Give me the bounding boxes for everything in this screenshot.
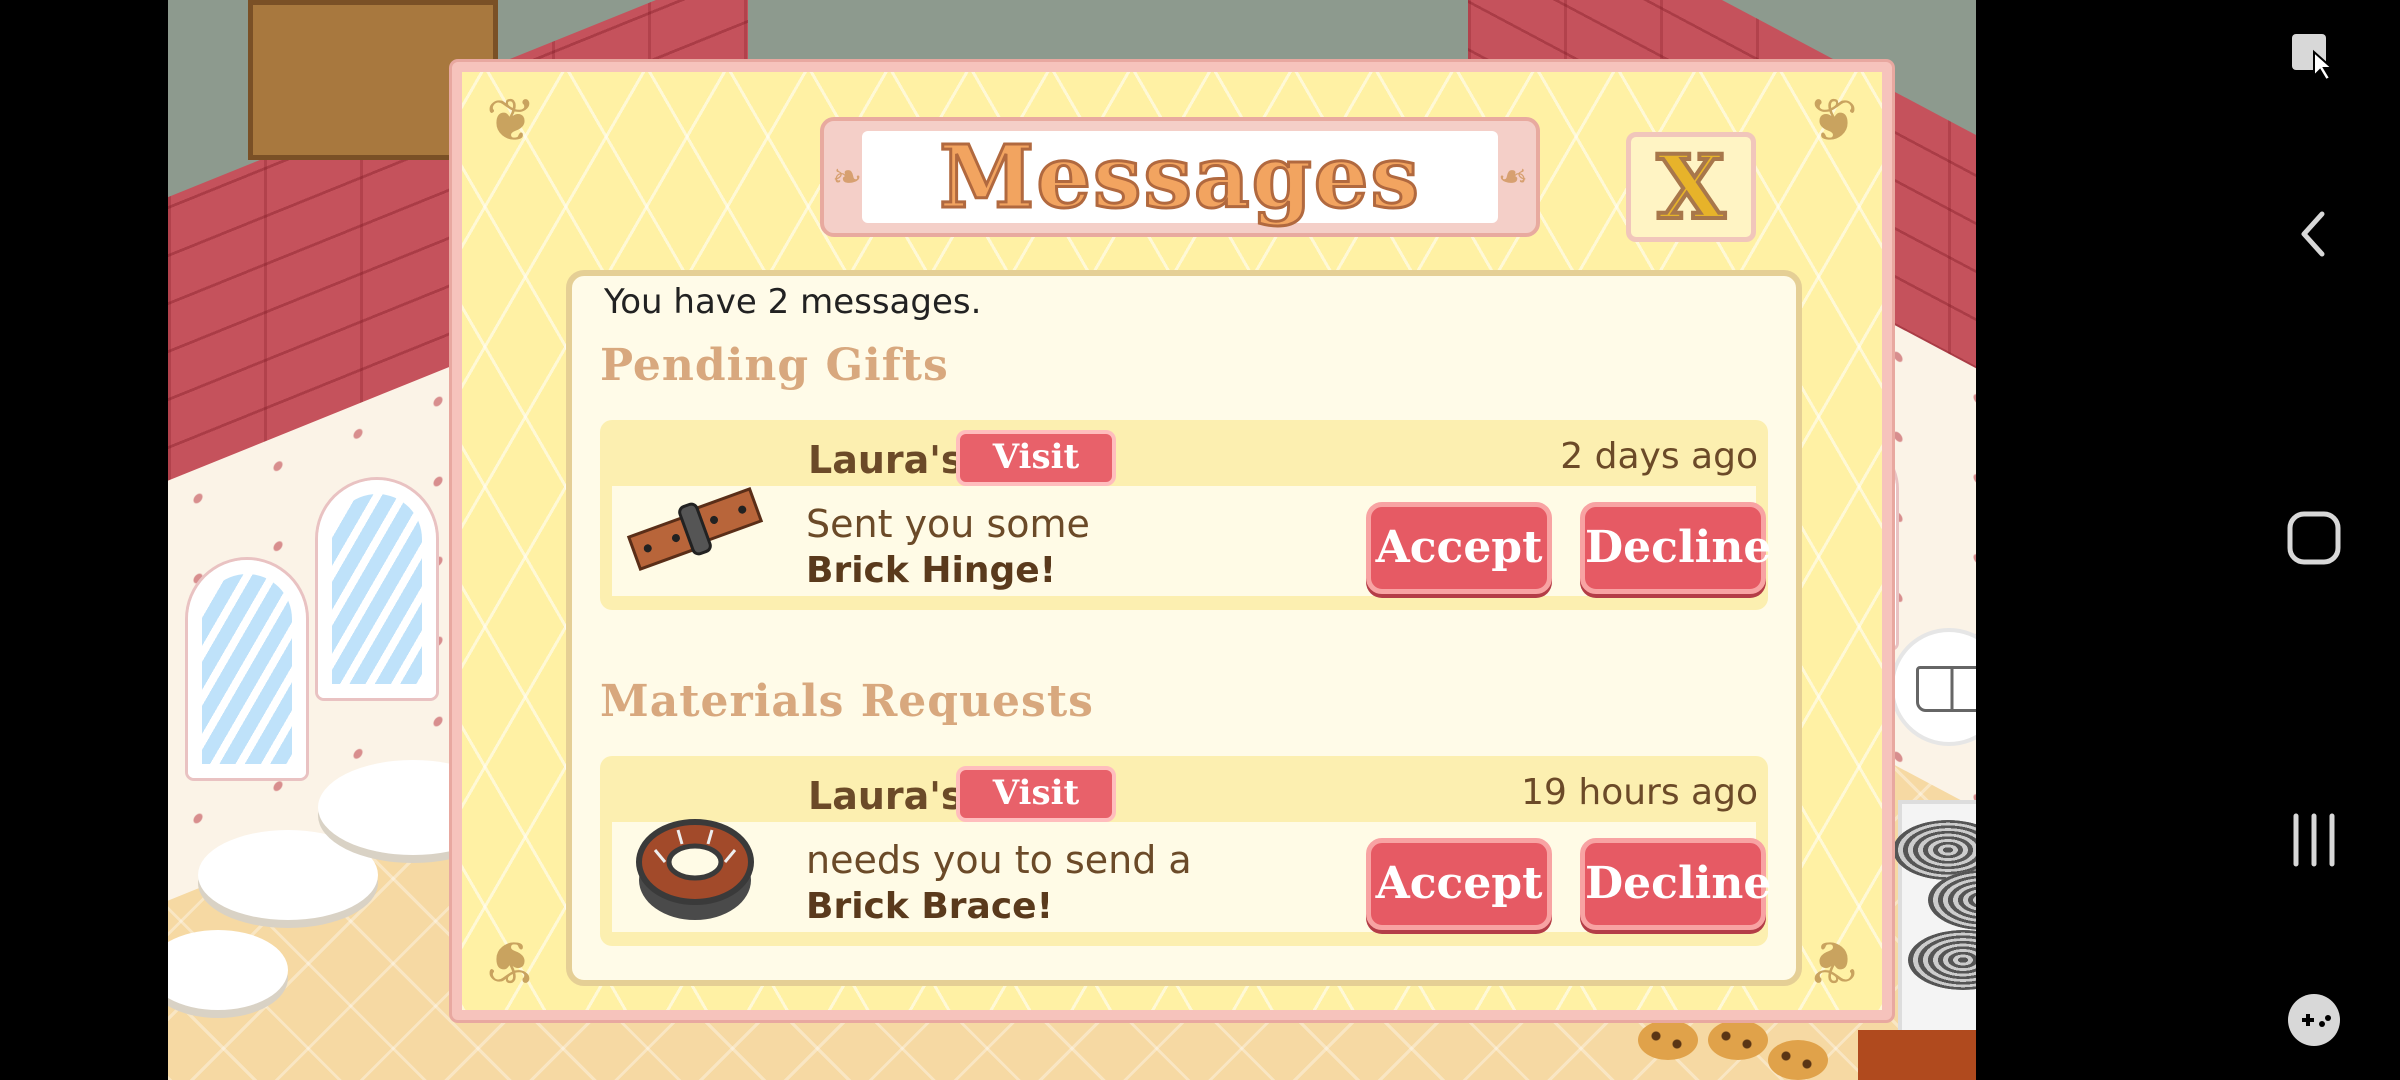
accept-button[interactable]: Accept bbox=[1366, 502, 1552, 594]
decline-button[interactable]: Decline bbox=[1580, 502, 1771, 594]
close-icon: X bbox=[1655, 135, 1727, 239]
message-card: Laura's Visit 2 days ago Sent you some B… bbox=[600, 420, 1771, 610]
message-time: 19 hours ago bbox=[1521, 772, 1758, 813]
close-button[interactable]: X bbox=[1626, 132, 1756, 242]
visit-button[interactable]: Visit bbox=[956, 766, 1116, 822]
window bbox=[318, 480, 436, 698]
corner-ornament: ❦ bbox=[485, 86, 537, 156]
game-controller-icon[interactable] bbox=[2284, 990, 2344, 1050]
title-plate: ❧ ❧ Messages bbox=[820, 117, 1540, 237]
wooden-counter bbox=[1858, 1030, 1976, 1080]
cookie bbox=[1708, 1020, 1768, 1060]
accept-button[interactable]: Accept bbox=[1366, 838, 1552, 930]
sender-name: Laura's bbox=[808, 438, 964, 482]
window bbox=[188, 560, 306, 778]
visit-button[interactable]: Visit bbox=[956, 430, 1116, 486]
corner-ornament: ❦ bbox=[485, 926, 537, 996]
home-icon[interactable] bbox=[2284, 508, 2344, 568]
dialog-title: Messages bbox=[938, 126, 1421, 230]
system-navigation-bar bbox=[1976, 0, 2400, 1080]
message-text: Sent you some bbox=[806, 502, 1090, 546]
cookie bbox=[1638, 1020, 1698, 1060]
back-icon[interactable] bbox=[2284, 204, 2344, 264]
message-time: 2 days ago bbox=[1560, 436, 1758, 477]
section-title-materials-requests: Materials Requests bbox=[600, 676, 1094, 727]
cookie bbox=[1768, 1040, 1828, 1080]
recents-icon[interactable] bbox=[2284, 810, 2344, 870]
section-title-pending-gifts: Pending Gifts bbox=[600, 340, 949, 391]
message-count: You have 2 messages. bbox=[604, 282, 982, 322]
message-text: needs you to send a bbox=[806, 838, 1192, 882]
brick-hinge-icon bbox=[626, 486, 764, 572]
messages-dialog: ❦ ❦ ❦ ❦ ❧ ❧ Messages X You have 2 messag… bbox=[452, 62, 1892, 1020]
decline-button[interactable]: Decline bbox=[1580, 838, 1771, 930]
messages-panel[interactable]: You have 2 messages. Pending Gifts Laura… bbox=[566, 270, 1802, 986]
screen-pin-icon[interactable] bbox=[2284, 26, 2344, 86]
message-card: Laura's Visit 19 hours ago needs you to … bbox=[600, 756, 1771, 946]
brick-brace-icon bbox=[636, 819, 754, 920]
corner-ornament: ❦ bbox=[1807, 86, 1859, 156]
item-name: Brick Brace! bbox=[806, 886, 1054, 927]
sender-name: Laura's bbox=[808, 774, 964, 818]
item-name: Brick Hinge! bbox=[806, 550, 1057, 591]
